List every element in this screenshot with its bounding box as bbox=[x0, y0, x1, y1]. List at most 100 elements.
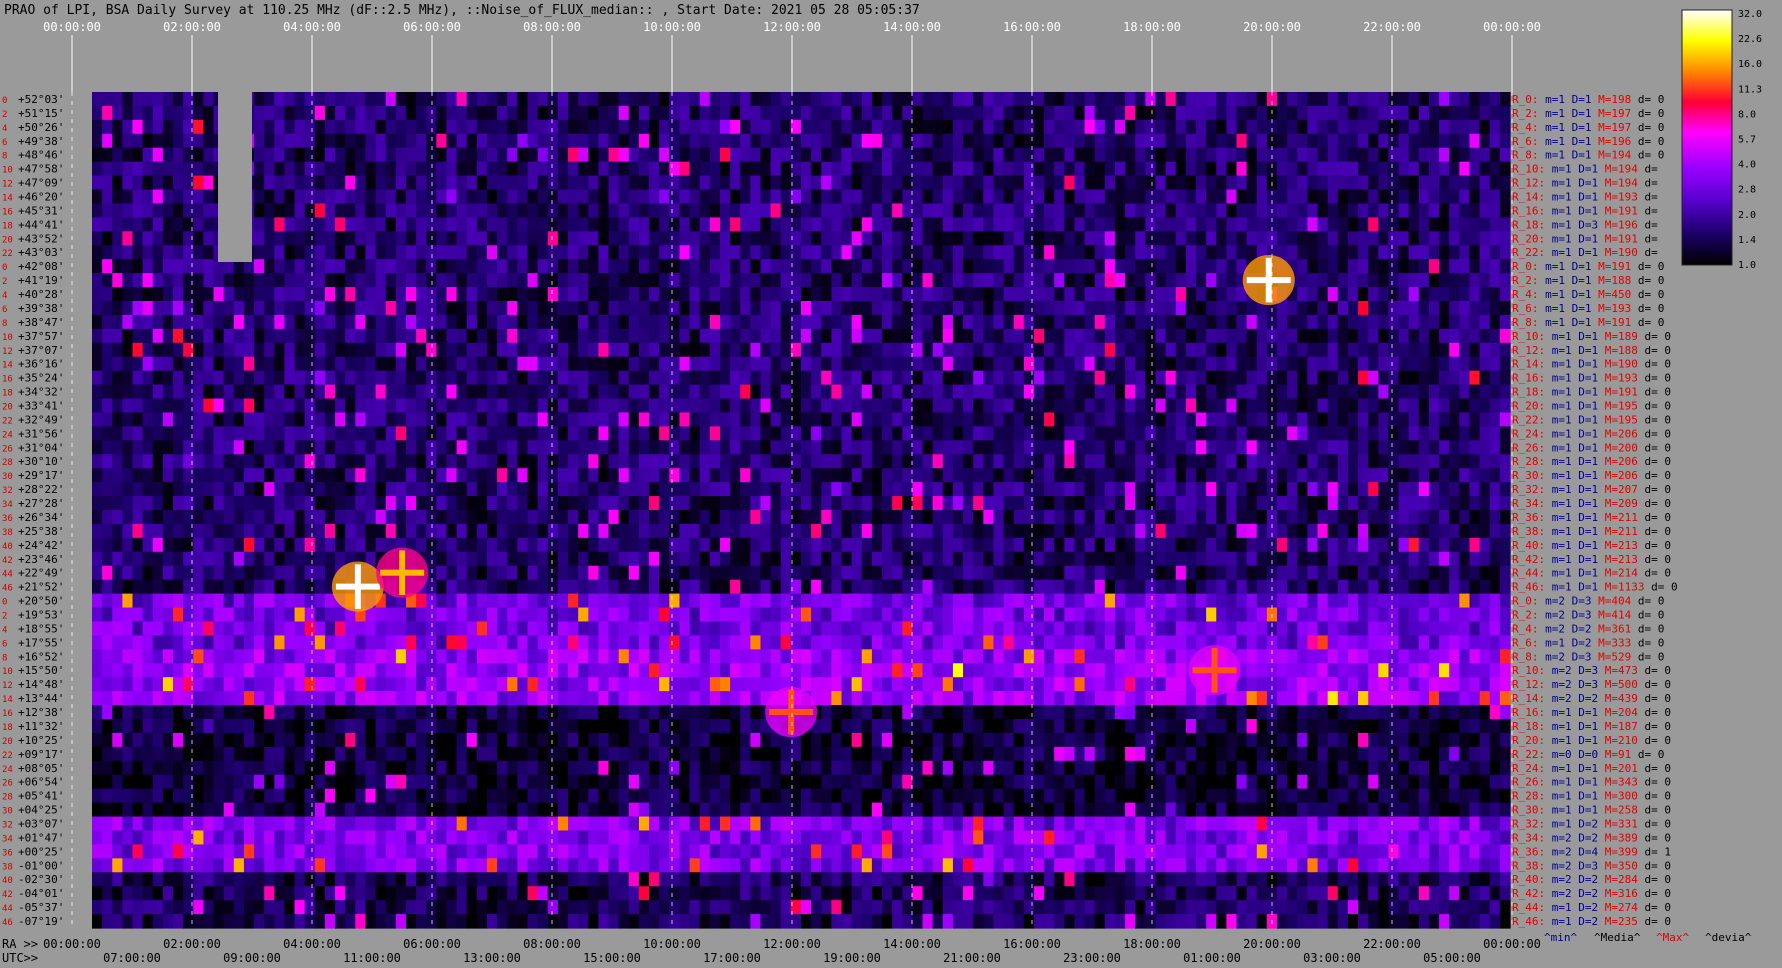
heat-cell bbox=[193, 175, 205, 191]
heat-cell bbox=[294, 398, 306, 414]
heat-cell bbox=[861, 231, 873, 246]
heat-cell bbox=[1337, 189, 1349, 205]
heat-cell bbox=[1226, 426, 1238, 441]
heat-cell bbox=[1226, 454, 1238, 469]
heat-cell bbox=[1347, 105, 1359, 121]
heat-cell bbox=[476, 217, 488, 232]
heat-cell bbox=[1165, 231, 1177, 246]
heat-cell bbox=[922, 273, 934, 288]
heat-cell bbox=[669, 314, 681, 330]
heat-cell bbox=[882, 231, 893, 246]
heat-cell bbox=[173, 231, 184, 246]
heat-cell bbox=[395, 314, 407, 330]
heat-cell bbox=[871, 468, 883, 483]
heat-cell bbox=[578, 259, 589, 274]
heat-cell bbox=[1013, 189, 1025, 205]
heat-cell bbox=[1216, 398, 1227, 414]
heat-cell bbox=[1023, 370, 1035, 386]
heat-cell bbox=[1358, 384, 1369, 400]
heat-cell bbox=[1125, 147, 1136, 163]
heat-cell bbox=[365, 273, 377, 288]
heat-cell bbox=[1094, 217, 1106, 232]
heat-cell bbox=[892, 454, 903, 469]
heat-cell bbox=[811, 231, 822, 246]
heat-cell bbox=[730, 482, 741, 497]
heat-cell bbox=[436, 147, 448, 163]
heat-cell bbox=[1479, 454, 1491, 469]
heat-cell bbox=[324, 231, 336, 246]
heat-cell bbox=[719, 314, 731, 330]
heat-cell bbox=[254, 384, 265, 400]
heat-cell bbox=[142, 579, 154, 595]
heat-cell bbox=[193, 426, 205, 441]
heat-cell bbox=[669, 273, 681, 288]
heat-cell bbox=[254, 440, 265, 455]
heat-cell bbox=[375, 328, 387, 344]
heat-cell bbox=[233, 342, 245, 358]
heat-cell bbox=[92, 175, 103, 191]
heat-cell bbox=[1287, 342, 1298, 358]
heat-cell bbox=[983, 301, 995, 316]
heat-cell bbox=[1449, 398, 1460, 414]
heat-cell bbox=[405, 92, 417, 107]
heat-cell bbox=[1408, 398, 1420, 414]
heat-cell bbox=[527, 119, 539, 135]
heat-cell bbox=[1145, 328, 1157, 344]
heat-cell bbox=[1459, 440, 1471, 455]
heat-cell bbox=[1084, 440, 1096, 455]
heat-cell bbox=[699, 412, 711, 427]
heat-cell bbox=[1378, 245, 1390, 260]
heat-cell bbox=[760, 287, 772, 302]
heat-cell bbox=[598, 342, 610, 358]
heat-cell bbox=[1499, 565, 1511, 581]
heat-cell bbox=[1469, 147, 1481, 163]
heat-cell bbox=[821, 468, 832, 483]
heat-cell bbox=[476, 231, 488, 246]
heat-cell bbox=[102, 161, 113, 177]
heat-cell bbox=[709, 496, 721, 511]
heat-cell bbox=[1104, 551, 1116, 567]
heat-cell bbox=[557, 370, 569, 386]
heat-cell bbox=[1287, 119, 1298, 135]
heat-cell bbox=[1023, 412, 1035, 427]
heat-cell bbox=[801, 537, 812, 553]
heat-cell bbox=[1398, 384, 1410, 400]
heat-cell bbox=[618, 496, 630, 511]
heat-cell bbox=[973, 231, 984, 246]
heat-cell bbox=[557, 133, 569, 149]
heat-cell bbox=[1337, 92, 1349, 107]
heat-cell bbox=[385, 245, 397, 260]
heat-cell bbox=[1196, 147, 1207, 163]
heat-cell bbox=[1499, 133, 1511, 149]
heat-cell bbox=[1479, 92, 1491, 107]
heat-cell bbox=[1104, 537, 1116, 553]
heat-cell bbox=[831, 175, 843, 191]
heat-cell bbox=[324, 287, 336, 302]
heat-cell bbox=[1499, 342, 1511, 358]
heat-cell bbox=[709, 412, 721, 427]
heat-cell bbox=[294, 161, 306, 177]
heat-cell bbox=[902, 342, 914, 358]
heat-cell bbox=[213, 426, 225, 441]
heat-cell bbox=[1428, 482, 1440, 497]
heat-cell bbox=[801, 231, 812, 246]
heat-cell bbox=[355, 328, 367, 344]
heat-cell bbox=[1175, 175, 1187, 191]
heat-cell bbox=[922, 440, 934, 455]
heat-cell bbox=[1165, 133, 1177, 149]
heat-cell bbox=[649, 454, 660, 469]
heat-cell bbox=[811, 356, 822, 372]
heat-cell bbox=[628, 328, 640, 344]
heat-cell bbox=[497, 287, 508, 302]
heat-cell bbox=[324, 384, 336, 400]
heat-cell bbox=[112, 203, 123, 218]
heat-cell bbox=[740, 565, 751, 581]
heat-cell bbox=[416, 119, 427, 135]
heat-cell bbox=[1013, 510, 1025, 525]
heat-cell bbox=[385, 189, 397, 205]
heat-cell bbox=[1226, 245, 1238, 260]
heat-cell bbox=[821, 565, 832, 581]
heat-cell bbox=[831, 412, 843, 427]
heat-cell bbox=[760, 245, 772, 260]
heat-cell bbox=[1104, 356, 1116, 372]
